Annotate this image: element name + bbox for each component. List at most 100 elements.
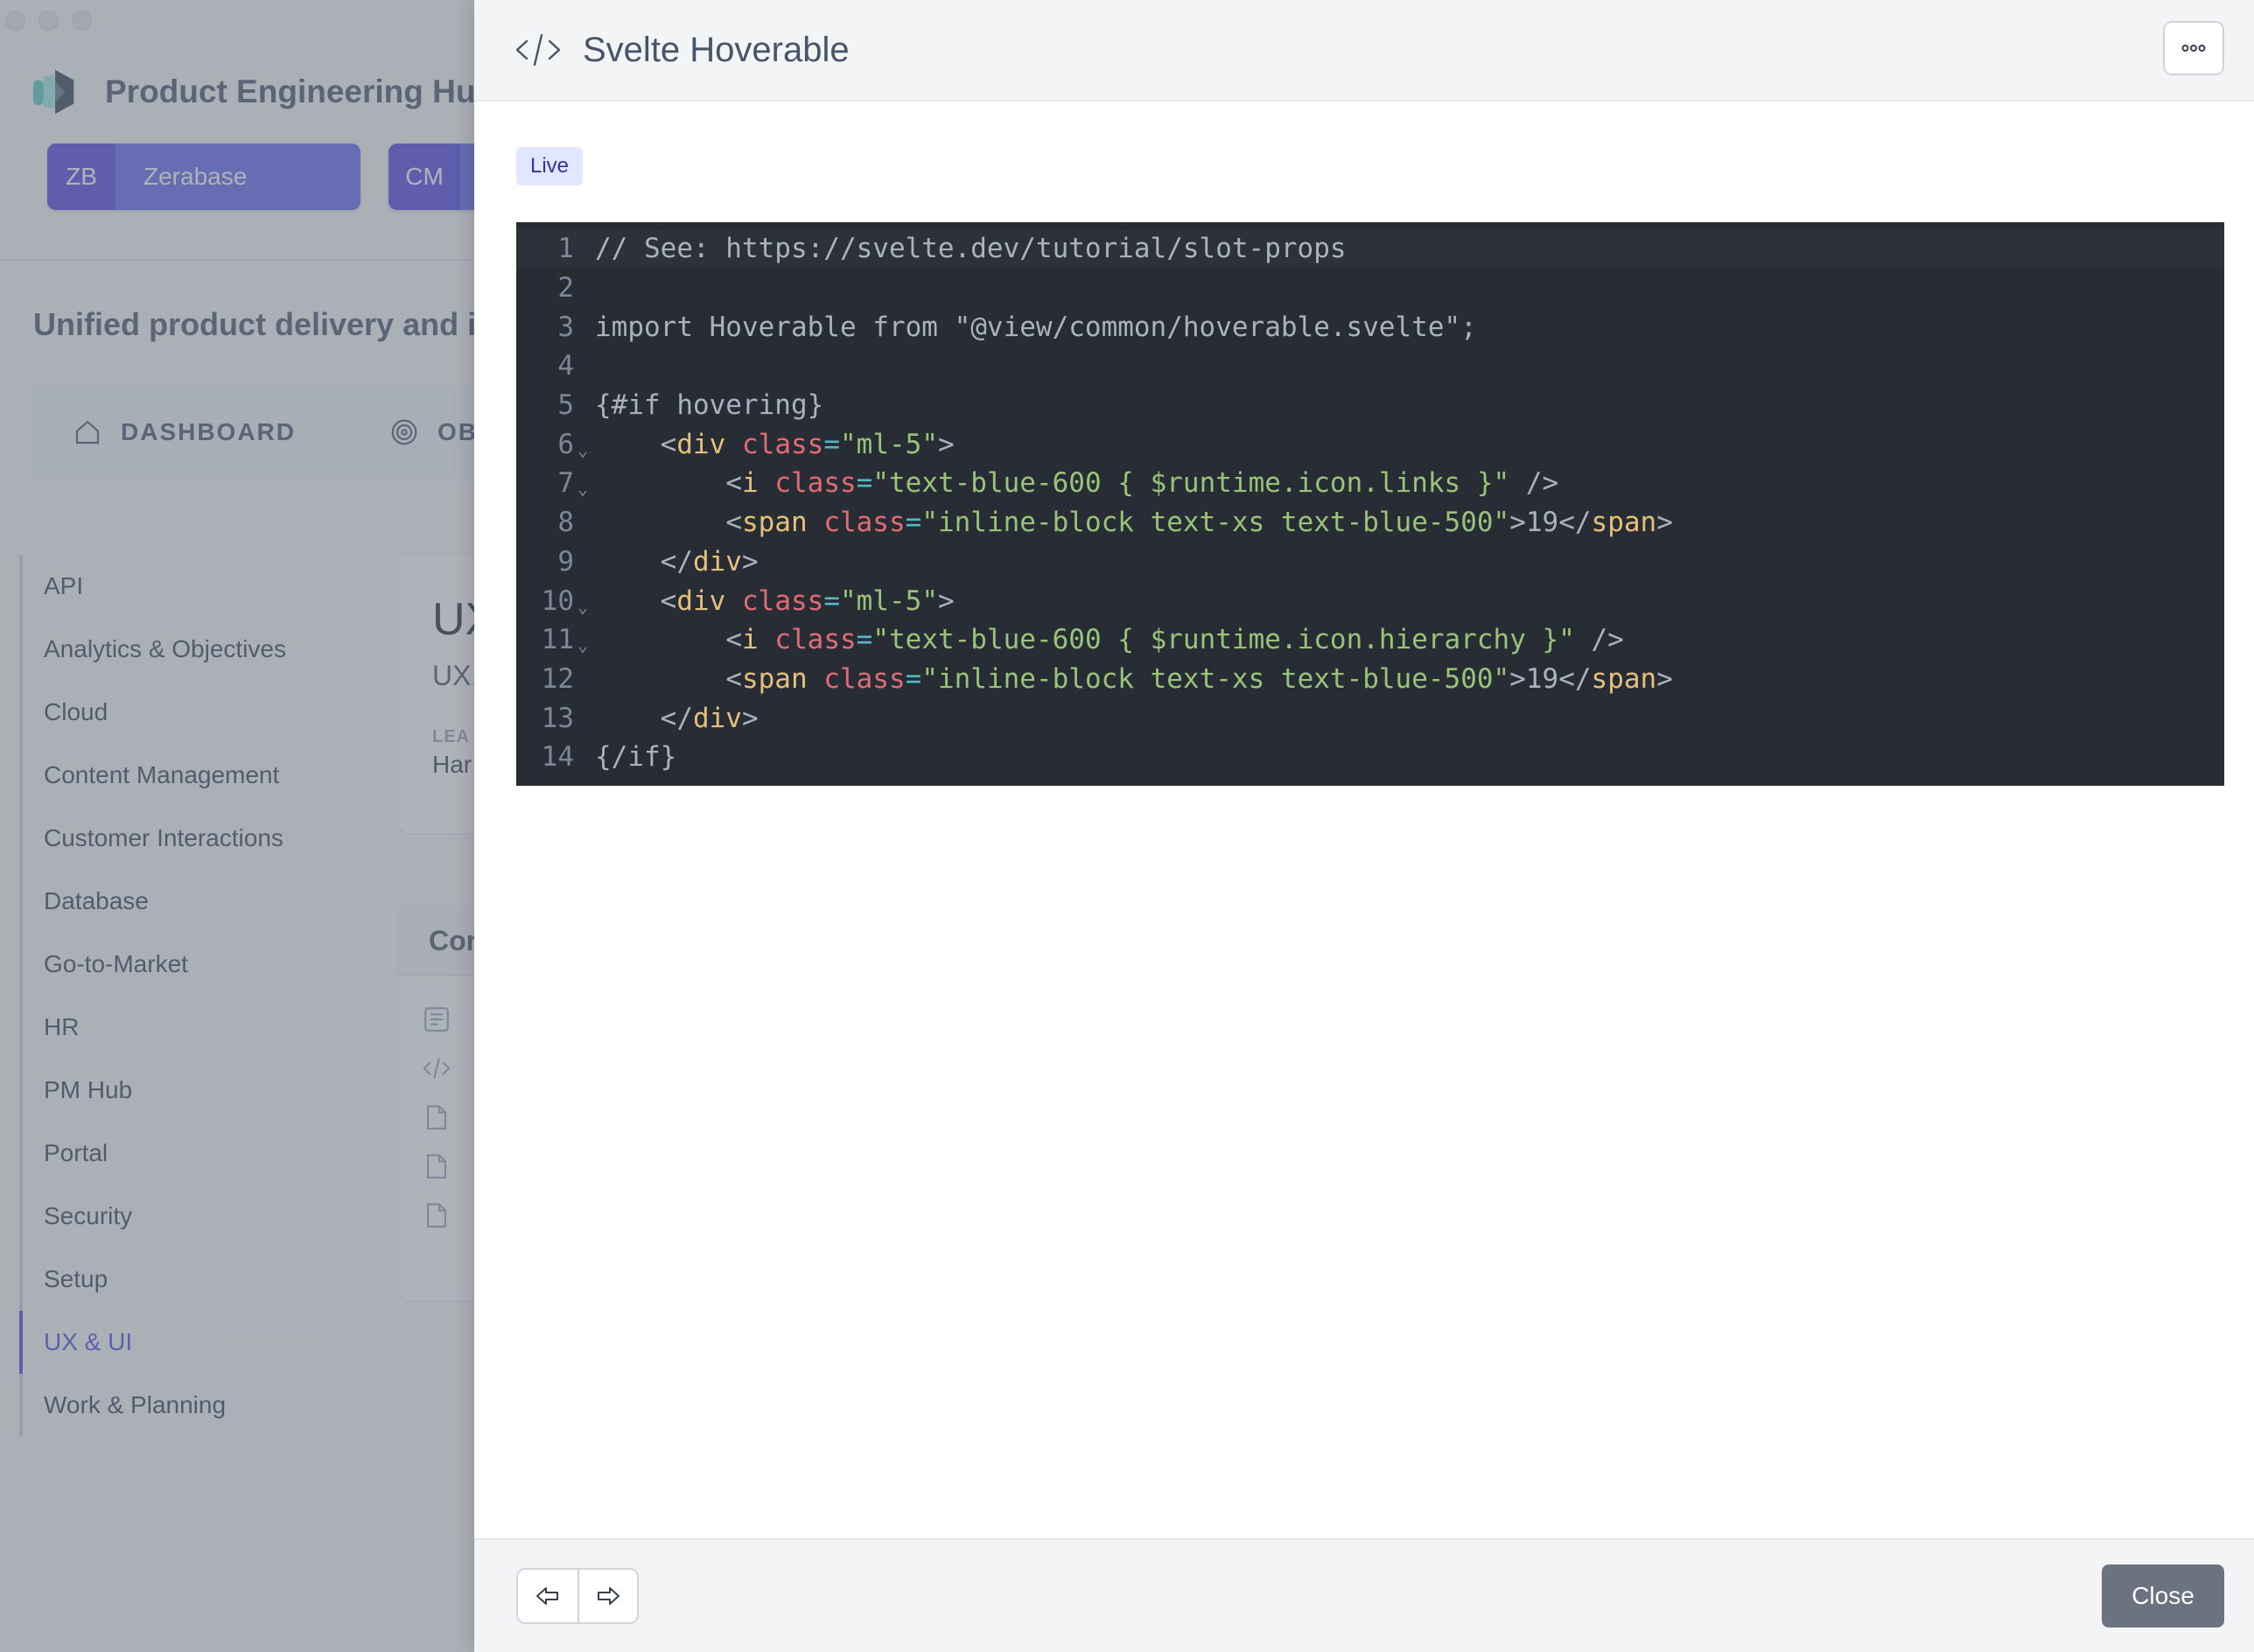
code-line: 3 import Hoverable from "@view/common/hov… bbox=[516, 307, 2224, 346]
code-token-punct: > bbox=[937, 584, 955, 617]
code-source: <i class="text-blue-600 { $runtime.icon.… bbox=[593, 624, 1624, 655]
code-line: 7 ⌄ <i class="text-blue-600 { $runtime.ic… bbox=[516, 464, 2224, 503]
code-token-tag: span bbox=[1591, 507, 1657, 539]
code-line: 2 bbox=[516, 269, 2224, 308]
next-button[interactable] bbox=[578, 1570, 637, 1622]
code-token-plain: 19 bbox=[1525, 507, 1559, 539]
code-token-str: "ml-5" bbox=[840, 428, 938, 460]
code-token-eq: = bbox=[856, 624, 873, 656]
code-line: 8 <span class="inline-block text-xs text… bbox=[516, 503, 2224, 542]
code-line: 5 {#if hovering} bbox=[516, 386, 2224, 425]
line-number: 13 bbox=[541, 702, 574, 734]
code-line: 6 ⌄ <div class="ml-5"> bbox=[516, 424, 2224, 464]
fold-chevron-icon[interactable]: ⌄ bbox=[574, 596, 593, 617]
line-number: 7 bbox=[557, 467, 574, 500]
code-line: 11 ⌄ <i class="text-blue-600 { $runtime.i… bbox=[516, 620, 2224, 660]
code-token-punct: </ bbox=[660, 702, 693, 734]
code-token-eq: = bbox=[905, 507, 922, 539]
pagination-group bbox=[516, 1568, 639, 1624]
code-line: 4 bbox=[516, 346, 2224, 386]
arrow-left-icon bbox=[536, 1587, 558, 1605]
code-token-eq: = bbox=[823, 428, 840, 460]
code-token-plain: import Hoverable from "@view/common/hove… bbox=[595, 311, 1477, 343]
line-number: 5 bbox=[557, 389, 574, 422]
code-token-attr: class bbox=[774, 624, 857, 656]
line-number: 8 bbox=[557, 507, 574, 539]
line-number: 3 bbox=[557, 311, 574, 343]
code-token-punct: /> bbox=[1509, 467, 1559, 500]
code-token-eq: = bbox=[823, 584, 840, 617]
code-editor[interactable]: 1 // See: https://svelte.dev/tutorial/slo… bbox=[516, 222, 2224, 786]
code-token-attr: class bbox=[823, 507, 906, 539]
code-token-str: "text-blue-600 { $runtime.icon.hierarchy… bbox=[872, 624, 1575, 656]
code-token-tag: div bbox=[692, 545, 742, 578]
code-source: <div class="ml-5"> bbox=[593, 429, 955, 460]
code-token-eq: = bbox=[905, 662, 922, 695]
code-token-punct: /> bbox=[1574, 624, 1624, 656]
code-token-punct: > bbox=[1656, 662, 1673, 695]
code-token-attr: class bbox=[823, 662, 906, 695]
code-token-punct: > bbox=[1509, 662, 1526, 695]
code-token-tag: i bbox=[741, 624, 759, 656]
code-source: </div> bbox=[593, 546, 759, 578]
drawer-body: Live 1 // See: https://svelte.dev/tutoria… bbox=[474, 102, 2254, 1538]
code-source: <div class="ml-5"> bbox=[593, 585, 955, 617]
code-token-comment: // See: https://svelte.dev/tutorial/slot… bbox=[595, 233, 1347, 265]
more-options-button[interactable] bbox=[2163, 21, 2224, 75]
code-token-punct: > bbox=[741, 545, 759, 578]
code-token-plain: {/if} bbox=[595, 741, 677, 774]
code-token-str: "text-blue-600 { $runtime.icon.links }" bbox=[872, 467, 1510, 500]
code-token-tag: div bbox=[676, 584, 726, 617]
code-token-punct: < bbox=[725, 624, 742, 656]
fold-chevron-icon[interactable]: ⌄ bbox=[574, 439, 593, 460]
close-button[interactable]: Close bbox=[2102, 1564, 2224, 1628]
line-number: 14 bbox=[541, 741, 574, 774]
code-token-punct: < bbox=[660, 584, 677, 617]
code-line: 1 // See: https://svelte.dev/tutorial/slo… bbox=[516, 229, 2224, 269]
line-number: 9 bbox=[557, 545, 574, 578]
code-token-punct: < bbox=[725, 662, 742, 695]
code-token-tag: div bbox=[692, 702, 742, 734]
line-number: 12 bbox=[541, 662, 574, 695]
code-source: {#if hovering} bbox=[593, 389, 823, 421]
code-token-plain: 19 bbox=[1525, 662, 1559, 695]
code-token-str: "inline-block text-xs text-blue-500" bbox=[921, 662, 1510, 695]
fold-chevron-icon[interactable]: ⌄ bbox=[574, 478, 593, 499]
code-line: 9 </div> bbox=[516, 542, 2224, 582]
code-line: 10 ⌄ <div class="ml-5"> bbox=[516, 581, 2224, 620]
code-source: < span class="inline-block text-xs text-b… bbox=[593, 663, 1673, 695]
line-number: 1 bbox=[557, 233, 574, 265]
code-token-tag: span bbox=[1591, 662, 1657, 695]
fold-chevron-icon[interactable]: ⌄ bbox=[574, 634, 593, 655]
code-source: </div> bbox=[593, 703, 759, 734]
line-number: 2 bbox=[557, 272, 574, 304]
code-token-punct: < bbox=[660, 428, 677, 460]
code-source: {/if} bbox=[593, 741, 676, 773]
ellipsis-icon bbox=[2181, 45, 2206, 52]
previous-button[interactable] bbox=[518, 1570, 578, 1622]
code-token-attr: class bbox=[742, 428, 824, 460]
drawer-footer: Close bbox=[474, 1538, 2254, 1652]
code-token-attr: class bbox=[742, 584, 824, 617]
code-line: 14 {/if} bbox=[516, 738, 2224, 777]
drawer-header: Svelte Hoverable bbox=[474, 0, 2254, 102]
status-badge: Live bbox=[516, 147, 584, 186]
code-token-punct: > bbox=[937, 428, 955, 460]
line-number: 11 bbox=[541, 624, 574, 656]
code-token-punct: </ bbox=[1558, 662, 1592, 695]
code-source: import Hoverable from "@view/common/hove… bbox=[593, 312, 1477, 343]
code-line: 12 < span class="inline-block text-xs tex… bbox=[516, 660, 2224, 699]
code-token-tag: span bbox=[741, 507, 808, 539]
code-token-punct: > bbox=[1509, 507, 1526, 539]
